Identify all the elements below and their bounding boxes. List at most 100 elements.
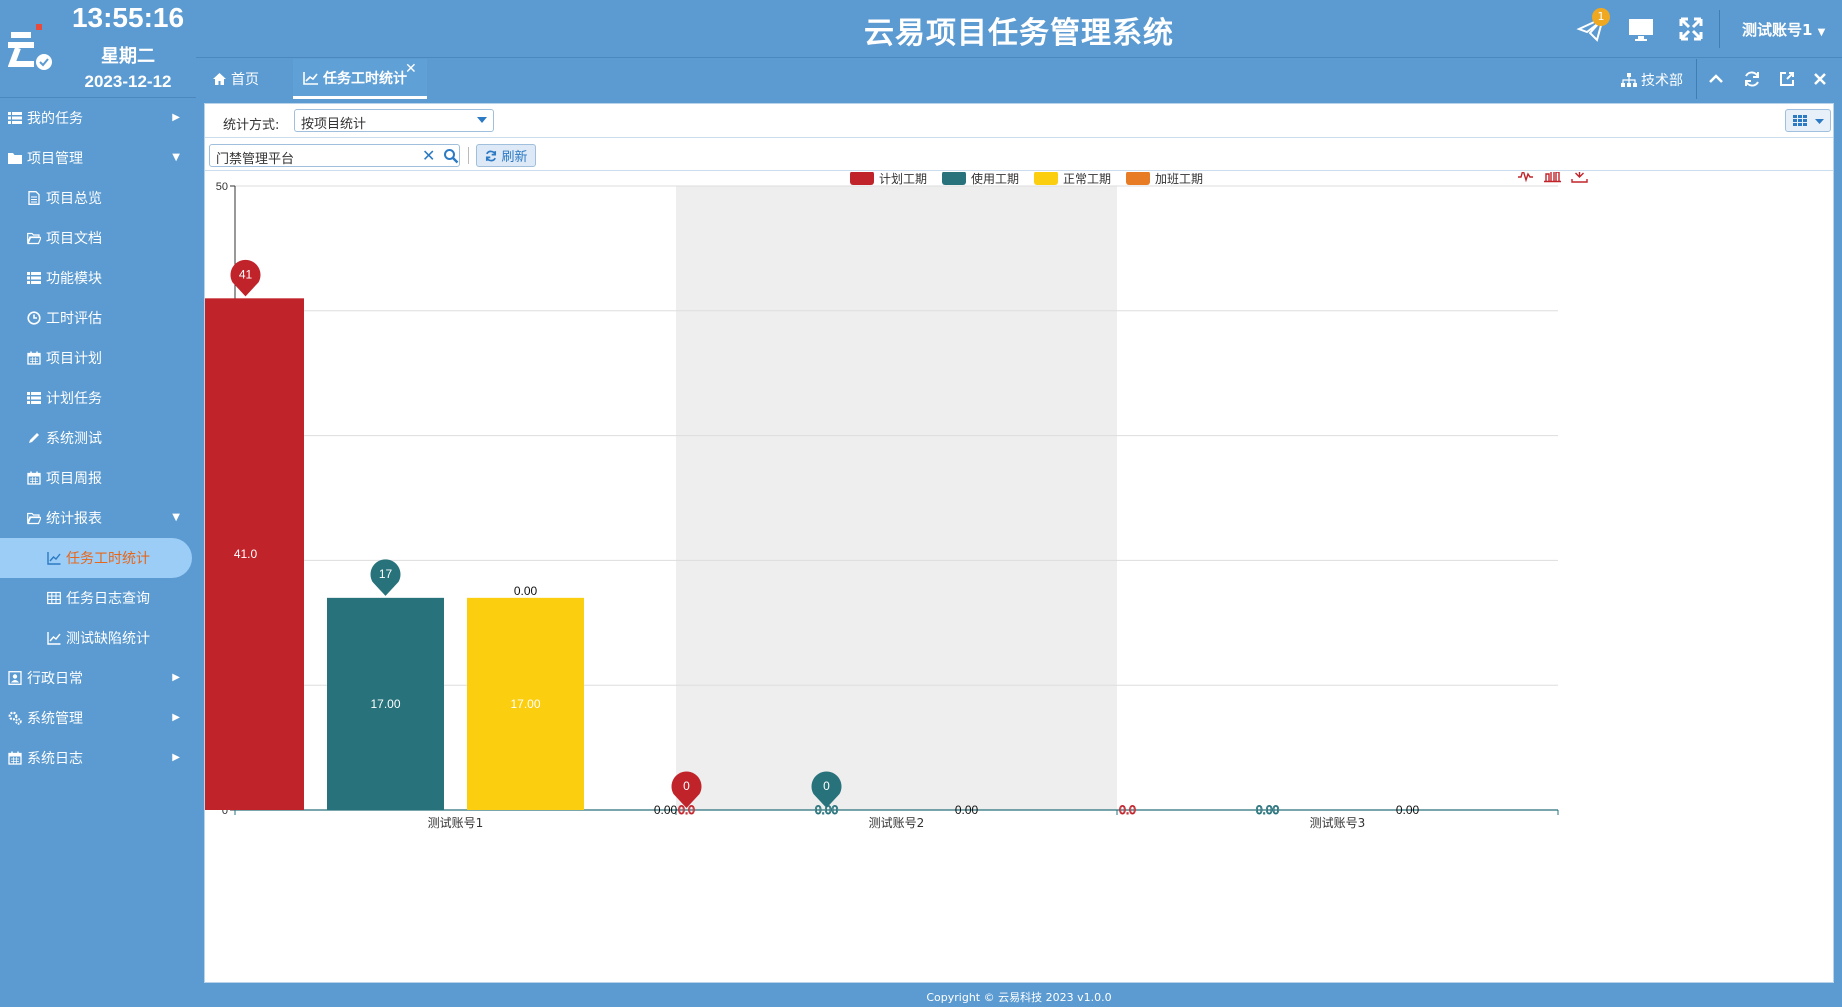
tab-bar: 首页 任务工时统计 ✕ 技术部: [196, 59, 1842, 99]
caret-right-icon: ▶: [172, 672, 180, 683]
sidebar-item-label: 测试缺陷统计: [66, 631, 150, 647]
sidebar-item-label: 统计报表: [46, 511, 102, 527]
sidebar-item-label: 计划任务: [46, 391, 102, 407]
search-icon[interactable]: [443, 148, 459, 164]
sidebar-item-11[interactable]: 任务工时统计: [0, 538, 192, 578]
document-icon: [28, 191, 40, 205]
sidebar-item-label: 系统测试: [46, 431, 102, 447]
notification-badge: 1: [1592, 8, 1610, 26]
mode-label: 统计方式:: [223, 118, 280, 133]
bar-data-label: 0.00: [1256, 803, 1280, 817]
sidebar-item-13[interactable]: 测试缺陷统计: [0, 618, 196, 658]
tab-home-label: 首页: [231, 72, 259, 88]
search-toolbar: 门禁管理平台 ✕ 刷新: [205, 139, 1833, 171]
bar-data-label: 0.00: [514, 584, 538, 598]
clear-icon[interactable]: ✕: [422, 148, 435, 164]
highlight-band: [676, 186, 1117, 810]
clock-panel: 13:55:16 星期二 2023-12-12: [0, 0, 196, 98]
department-button[interactable]: 技术部: [1621, 70, 1683, 90]
grid-icon: [1793, 115, 1824, 126]
mode-select-value: 按项目统计: [301, 117, 367, 132]
clock-time: 13:55:16: [71, 2, 185, 33]
column-toggle-button[interactable]: [1785, 109, 1831, 132]
sidebar-item-2[interactable]: 项目总览: [0, 178, 196, 218]
chevron-up-icon[interactable]: [1706, 69, 1726, 89]
caret-down-icon: ▼: [172, 152, 180, 163]
filter-toolbar: 统计方式: 按项目统计: [205, 104, 1833, 138]
task-hours-chart: 01020304050天测试账号1测试账号2测试账号341.0410.000.0…: [205, 172, 1588, 830]
markpoint-label: 0: [823, 779, 830, 793]
line-chart-toggle-icon[interactable]: [1518, 172, 1533, 183]
legend-label: 使用工期: [971, 172, 1019, 186]
logo-icon: [8, 24, 52, 70]
tab-home[interactable]: 首页: [212, 59, 259, 99]
sidebar-item-label: 项目周报: [46, 471, 102, 487]
sidebar-item-label: 任务日志查询: [66, 591, 150, 607]
sidebar: 13:55:16 星期二 2023-12-12 我的任务 ▶ 项目管理 ▼ 项目总览 项目…: [0, 0, 196, 1007]
sidebar-item-16[interactable]: 系统日志 ▶: [0, 738, 196, 778]
list-icon: [8, 112, 22, 124]
close-icon[interactable]: [1810, 69, 1830, 89]
user-name: 测试账号1: [1742, 21, 1813, 39]
monitor-icon[interactable]: [1626, 14, 1656, 44]
sidebar-item-label: 我的任务: [27, 111, 83, 127]
legend-swatch: [850, 172, 874, 185]
external-link-icon[interactable]: [1777, 69, 1797, 89]
folder-icon: [8, 153, 22, 164]
mode-select[interactable]: 按项目统计: [294, 109, 494, 132]
calendar-icon: [8, 751, 22, 765]
sidebar-item-9[interactable]: 项目周报: [0, 458, 196, 498]
sidebar-item-7[interactable]: 计划任务: [0, 378, 196, 418]
sidebar-item-label: 项目管理: [27, 151, 83, 167]
folder-open-icon: [27, 512, 41, 525]
list-icon: [27, 392, 41, 404]
sidebar-item-12[interactable]: 任务日志查询: [0, 578, 196, 618]
caret-right-icon: ▶: [172, 752, 180, 763]
sidebar-item-3[interactable]: 项目文档: [0, 218, 196, 258]
pencil-icon: [29, 433, 39, 443]
caret-right-icon: ▶: [172, 112, 180, 123]
header: 云易项目任务管理系统 1 测试账号1 ▼: [196, 0, 1842, 58]
sidebar-item-label: 项目文档: [46, 231, 102, 247]
sidebar-item-0[interactable]: 我的任务 ▶: [0, 98, 196, 138]
cogs-icon: [8, 711, 22, 725]
sidebar-item-5[interactable]: 工时评估: [0, 298, 196, 338]
folder-open-icon: [27, 232, 41, 245]
bar-data-label: 0.00: [654, 803, 678, 817]
close-tab-icon[interactable]: ✕: [405, 61, 417, 77]
x-tick-label: 测试账号2: [869, 815, 925, 830]
search-input[interactable]: 门禁管理平台 ✕: [209, 144, 460, 167]
fullscreen-icon[interactable]: [1676, 14, 1706, 44]
sidebar-item-1[interactable]: 项目管理 ▼: [0, 138, 196, 178]
sidebar-item-label: 系统管理: [27, 711, 83, 727]
sidebar-item-8[interactable]: 系统测试: [0, 418, 196, 458]
sidebar-item-label: 项目总览: [46, 191, 102, 207]
refresh-icon[interactable]: [1742, 69, 1762, 89]
user-menu[interactable]: 测试账号1 ▼: [1742, 19, 1825, 40]
toolbar-divider: [468, 147, 469, 164]
caret-down-icon: ▼: [172, 512, 180, 523]
sidebar-item-10[interactable]: 统计报表 ▼: [0, 498, 196, 538]
sidebar-item-15[interactable]: 系统管理 ▶: [0, 698, 196, 738]
sidebar-item-14[interactable]: 行政日常 ▶: [0, 658, 196, 698]
sidebar-item-6[interactable]: 项目计划: [0, 338, 196, 378]
calendar-icon: [27, 471, 41, 485]
download-icon[interactable]: [1571, 172, 1588, 183]
sidebar-item-label: 行政日常: [27, 671, 83, 687]
bar-data-label: 0.0: [1119, 803, 1136, 817]
calendar-icon: [27, 351, 41, 365]
content-panel: 统计方式: 按项目统计 门禁管理平台 ✕ 刷新 0 50 测试账号1 测试账号2…: [204, 103, 1834, 983]
clock-icon: [27, 311, 41, 325]
sidebar-item-4[interactable]: 功能模块: [0, 258, 196, 298]
line-chart-icon: [47, 552, 61, 565]
line-chart-icon: [303, 71, 318, 85]
caret-right-icon: ▶: [172, 712, 180, 723]
home-icon: [213, 73, 226, 85]
legend-label: 正常工期: [1063, 172, 1111, 186]
legend-swatch: [1034, 172, 1058, 185]
tab-task-hours-label: 任务工时统计: [323, 70, 407, 87]
refresh-button[interactable]: 刷新: [476, 144, 536, 167]
line-chart-icon: [47, 632, 61, 645]
bar-chart-toggle-icon[interactable]: [1544, 172, 1561, 183]
clock-date: 2023-12-12: [84, 72, 172, 91]
